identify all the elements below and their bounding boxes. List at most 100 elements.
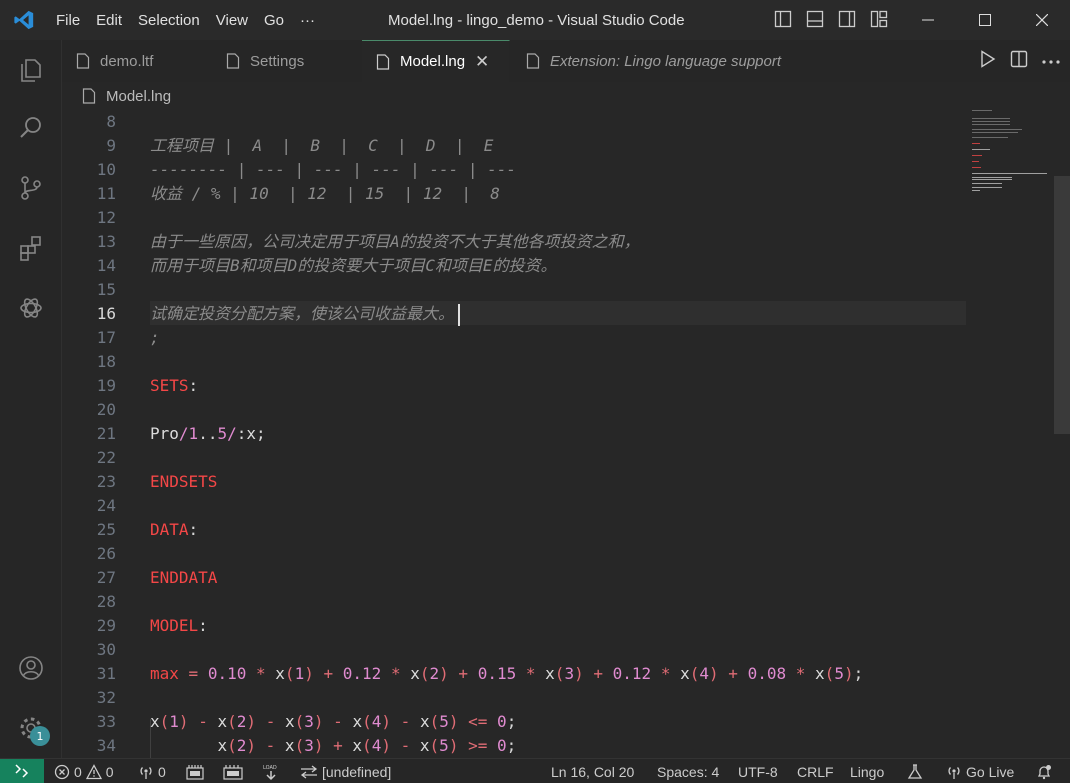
breadcrumb-file[interactable]: Model.lng (106, 88, 171, 105)
code-line[interactable]: DATA: (150, 518, 198, 542)
line-number: 8 (106, 112, 116, 131)
line-number: 21 (96, 424, 116, 443)
chatgpt-icon[interactable] (0, 278, 62, 338)
sync-label: [undefined] (322, 763, 392, 780)
code-line[interactable]: ENDSETS (150, 470, 217, 494)
manage-gear-icon[interactable]: 1 (0, 698, 62, 758)
file-icon (226, 53, 240, 69)
code-line[interactable]: 工程项目 | A | B | C | D | E (150, 134, 493, 158)
go-live-label: Go Live (966, 763, 1015, 780)
code-line[interactable]: x(1) - x(2) - x(3) - x(4) - x(5) <= 0; (150, 710, 516, 734)
file-icon (376, 53, 390, 70)
ports-count: 0 (158, 763, 166, 780)
window-controls (899, 0, 1070, 40)
notification-badge: 1 (30, 726, 50, 746)
warning-count: 0 (105, 763, 114, 780)
vscode-logo-icon (0, 0, 48, 40)
status-bar: 0 0 0 LOAD [undefined] Ln 16, Col 20 Spa… (0, 758, 1070, 783)
code-line[interactable]: 而用于项目B和项目D的投资要大于项目C和项目E的投资。 (150, 254, 557, 278)
customize-layout-icon[interactable] (868, 8, 890, 30)
tab-extension-lingo[interactable]: Extension: Lingo language support (512, 40, 812, 82)
code-line[interactable]: ENDDATA (150, 566, 217, 590)
code-line[interactable]: ; (150, 326, 160, 350)
code-line[interactable]: max = 0.10 * x(1) + 0.12 * x(2) + 0.15 *… (150, 662, 863, 686)
explorer-icon[interactable] (0, 40, 62, 100)
code-line[interactable]: MODEL: (150, 614, 208, 638)
eol-setting[interactable]: CRLF (797, 759, 834, 783)
flask-icon[interactable] (907, 759, 923, 783)
line-number: 18 (96, 352, 116, 371)
split-editor-icon[interactable] (1010, 50, 1028, 72)
line-number: 31 (96, 664, 116, 683)
activity-bar: 1 (0, 40, 62, 758)
code-line[interactable]: 收益 / % | 10 | 12 | 15 | 12 | 8 (150, 182, 500, 206)
code-editor[interactable]: 8 9 工程项目 | A | B | C | D | E 10 -------- | -… (62, 110, 1070, 758)
close-tab-icon[interactable]: ✕ (475, 52, 489, 72)
line-number: 23 (96, 472, 116, 491)
notifications-bell-icon[interactable] (1036, 759, 1052, 783)
line-number: 14 (96, 256, 116, 275)
menu-file[interactable]: File (48, 0, 88, 40)
problems-indicator[interactable]: 0 0 (54, 759, 114, 783)
run-icon[interactable] (980, 50, 996, 72)
menu-go[interactable]: Go (256, 0, 292, 40)
file-icon (82, 88, 96, 104)
toggle-panel-icon[interactable] (804, 8, 826, 30)
code-line[interactable]: Pro/1..5/:x; (150, 422, 266, 446)
close-window-icon[interactable] (1013, 0, 1070, 40)
editor-actions (980, 40, 1060, 82)
code-line[interactable]: SETS: (150, 374, 198, 398)
menu-edit[interactable]: Edit (88, 0, 130, 40)
menu-more[interactable]: ··· (292, 0, 323, 40)
cursor-position[interactable]: Ln 16, Col 20 (551, 759, 634, 783)
line-number: 26 (96, 544, 116, 563)
code-line[interactable]: 试确定投资分配方案，使该公司收益最大。 (150, 302, 461, 326)
line-number: 20 (96, 400, 116, 419)
source-control-icon[interactable] (0, 158, 62, 218)
swap-icon (300, 764, 318, 779)
tab-demo-ltf[interactable]: demo.ltf (62, 40, 212, 82)
svg-text:LOAD: LOAD (263, 765, 277, 771)
line-number: 19 (96, 376, 116, 395)
error-icon (54, 764, 70, 779)
more-actions-icon[interactable] (1042, 54, 1060, 69)
text-cursor (458, 303, 461, 326)
code-line[interactable]: x(2) - x(3) + x(4) - x(5) >= 0; (150, 734, 516, 758)
code-line[interactable]: 由于一些原因，公司决定用于项目A的投资不大于其他各项投资之和， (150, 230, 640, 254)
remote-indicator[interactable] (0, 758, 44, 783)
line-number: 27 (96, 568, 116, 587)
minimap[interactable] (972, 110, 1052, 200)
tab-model-lng[interactable]: Model.lng ✕ (362, 40, 510, 82)
menu-view[interactable]: View (208, 0, 256, 40)
line-number: 33 (96, 712, 116, 731)
language-mode[interactable]: Lingo (850, 759, 884, 783)
menu-bar: File Edit Selection View Go ··· (48, 0, 323, 40)
line-number: 9 (106, 136, 116, 155)
go-live-button[interactable]: Go Live (946, 759, 1014, 783)
encoding-setting[interactable]: UTF-8 (738, 759, 778, 783)
toggle-primary-sidebar-icon[interactable] (772, 8, 794, 30)
menu-selection[interactable]: Selection (130, 0, 208, 40)
lingo-load-icon[interactable]: LOAD (262, 759, 280, 783)
code-line[interactable]: -------- | --- | --- | --- | --- | --- (150, 158, 516, 182)
tab-bar: demo.ltf Settings Model.lng ✕ Extension:… (62, 40, 1070, 82)
ports-indicator[interactable]: 0 (138, 759, 166, 783)
search-icon[interactable] (0, 98, 62, 158)
warning-icon (85, 763, 102, 779)
toggle-secondary-sidebar-icon[interactable] (836, 8, 858, 30)
scrollbar[interactable] (1054, 176, 1070, 434)
lingo-tool-1-icon[interactable] (186, 759, 204, 783)
window-title: Model.lng - lingo_demo - Visual Studio C… (388, 11, 685, 29)
account-icon[interactable] (0, 638, 62, 698)
title-bar: File Edit Selection View Go ··· Model.ln… (0, 0, 1070, 40)
maximize-icon[interactable] (956, 0, 1013, 40)
breadcrumb: Model.lng (62, 82, 1070, 110)
minimize-icon[interactable] (899, 0, 956, 40)
line-number: 24 (96, 496, 116, 515)
indentation-setting[interactable]: Spaces: 4 (657, 759, 719, 783)
extensions-icon[interactable] (0, 218, 62, 278)
line-number: 16 (96, 304, 116, 323)
lingo-tool-2-icon[interactable] (223, 759, 243, 783)
tab-settings[interactable]: Settings (212, 40, 360, 82)
sync-indicator[interactable]: [undefined] (300, 759, 391, 783)
